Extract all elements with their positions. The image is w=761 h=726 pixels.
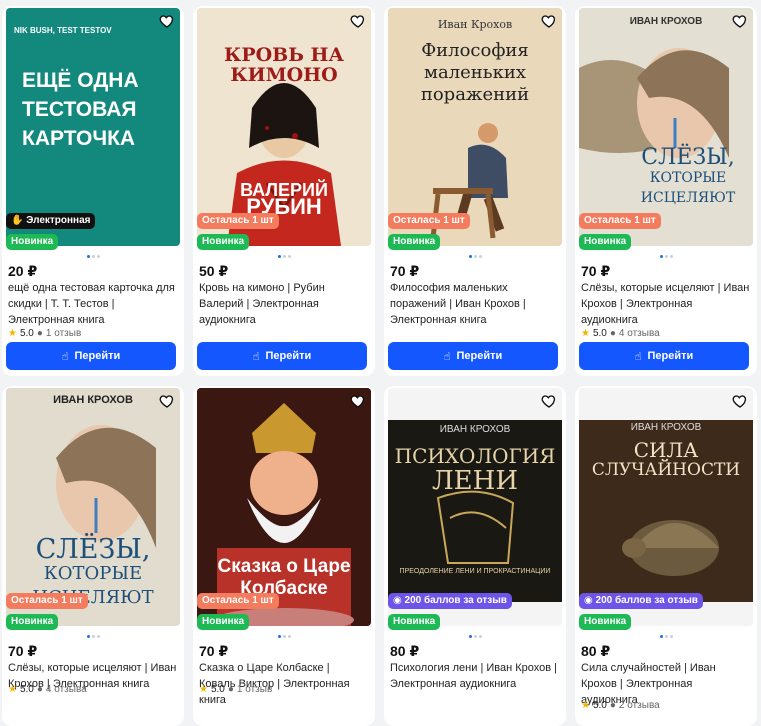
- points-badge: ◉ 200 баллов за отзыв: [388, 593, 512, 609]
- new-badge: Новинка: [6, 614, 59, 630]
- new-badge: Новинка: [579, 614, 632, 630]
- product-title[interactable]: Слёзы, которые исцеляют | Иван Крохов | …: [581, 280, 751, 328]
- product-title[interactable]: ещё одна тестовая карточка для скидки | …: [8, 280, 178, 328]
- product-card[interactable]: ИВАН КРОХОВ СИЛА СЛУЧАЙНОСТИ ◉ 200 балло…: [575, 386, 757, 726]
- favorite-heart-icon[interactable]: [538, 10, 560, 32]
- price: 70 ₽: [8, 643, 38, 659]
- star-icon: ★: [581, 700, 590, 711]
- rating: ★ 5.0 ● 4 отзыва: [8, 684, 87, 695]
- price: 80 ₽: [390, 643, 420, 659]
- cover-subtitle: ПРЕОДОЛЕНИЕ ЛЕНИ И ПРОКРАСТИНАЦИИ: [399, 568, 551, 575]
- comment-icon: ●: [609, 328, 616, 339]
- comment-icon: ●: [36, 684, 43, 695]
- favorite-heart-icon[interactable]: [729, 390, 751, 412]
- cover-author: ИВАН КРОХОВ: [439, 424, 511, 435]
- star-icon: ★: [199, 684, 208, 695]
- price: 70 ₽: [390, 263, 420, 279]
- favorite-heart-icon[interactable]: [347, 390, 369, 412]
- favorite-heart-icon[interactable]: [156, 390, 178, 412]
- go-button[interactable]: ☝ Перейти: [6, 342, 176, 370]
- product-grid: NIK BUSH, TEST TESTOV ЕЩЁ ОДНА ТЕСТОВАЯ …: [0, 0, 761, 726]
- go-button[interactable]: ☝ Перейти: [388, 342, 558, 370]
- stock-left-badge: Осталась 1 шт: [579, 213, 661, 229]
- cover-title: КРОВЬ НА: [224, 44, 344, 66]
- product-card[interactable]: Иван Крохов Философия маленьких поражений …: [384, 6, 566, 376]
- price: 80 ₽: [581, 643, 611, 659]
- go-button[interactable]: ☝ Перейти: [197, 342, 367, 370]
- stock-left-badge: Осталась 1 шт: [6, 593, 88, 609]
- star-icon: ★: [8, 328, 17, 339]
- new-badge: Новинка: [197, 234, 250, 250]
- carousel-dots: [193, 635, 375, 638]
- product-title[interactable]: Философия маленьких поражений | Иван Кро…: [390, 280, 560, 328]
- carousel-dots: [2, 635, 184, 638]
- carousel-dots: [384, 255, 566, 258]
- comment-icon: ●: [36, 328, 43, 339]
- cover-title: Философия маленьких поражений: [420, 40, 530, 105]
- cover-author: Иван Крохов: [437, 18, 513, 31]
- carousel-dots: [575, 255, 757, 258]
- carousel-dots: [193, 255, 375, 258]
- product-title[interactable]: Психология лени | Иван Крохов | Электрон…: [390, 660, 560, 692]
- price: 70 ₽: [581, 263, 611, 279]
- cover-author: ИВАН КРОХОВ: [629, 16, 703, 27]
- hand-pointer-icon: ☝: [634, 350, 642, 363]
- carousel-dots: [2, 255, 184, 258]
- rating: ★ 5.0 ● 1 отзыв: [8, 328, 82, 339]
- carousel-dots: [384, 635, 566, 638]
- price: 50 ₽: [199, 263, 229, 279]
- new-badge: Новинка: [388, 234, 441, 250]
- cover-author: ИВАН КРОХОВ: [53, 394, 133, 406]
- product-card[interactable]: Сказка о Царе Колбаске Осталась 1 шт Нови…: [193, 386, 375, 726]
- product-card[interactable]: ИВАН КРОХОВ ПСИХОЛОГИЯ ЛЕНИ ПРЕОДОЛЕНИЕ …: [384, 386, 566, 726]
- comment-icon: ●: [609, 700, 616, 711]
- rating: ★ 5.0 ● 2 отзыва: [581, 700, 660, 711]
- electronic-badge: ✋ Электронная: [6, 213, 96, 229]
- new-badge: Новинка: [6, 234, 59, 250]
- hand-pointer-icon: ☝: [443, 350, 451, 363]
- go-button[interactable]: ☝ Перейти: [579, 342, 749, 370]
- favorite-heart-icon[interactable]: [729, 10, 751, 32]
- product-card[interactable]: КРОВЬ НА КИМОНО ВАЛЕРИЙ РУБИН Осталась 1…: [193, 6, 375, 376]
- hand-pointer-icon: ☝: [252, 350, 260, 363]
- cover-title: СИЛА: [633, 438, 699, 462]
- points-badge: ◉ 200 баллов за отзыв: [579, 593, 703, 609]
- comment-icon: ●: [227, 684, 234, 695]
- new-badge: Новинка: [579, 234, 632, 250]
- price: 70 ₽: [199, 643, 229, 659]
- favorite-heart-icon[interactable]: [347, 10, 369, 32]
- product-card[interactable]: ИВАН КРОХОВ СЛЁЗЫ, КОТОРЫЕ ИСЦЕЛЯЮТ Остала…: [2, 386, 184, 726]
- product-title[interactable]: Кровь на кимоно | Рубин Валерий | Электр…: [199, 280, 369, 328]
- new-badge: Новинка: [197, 614, 250, 630]
- star-icon: ★: [581, 328, 590, 339]
- product-card[interactable]: NIK BUSH, TEST TESTOV ЕЩЁ ОДНА ТЕСТОВАЯ …: [2, 6, 184, 376]
- hand-pointer-icon: ☝: [61, 350, 69, 363]
- new-badge: Новинка: [388, 614, 441, 630]
- star-icon: ★: [8, 684, 17, 695]
- cover-title: СЛЁЗЫ, КОТОРЫЕ ИСЦЕЛЯЮТ: [640, 145, 736, 207]
- stock-left-badge: Осталась 1 шт: [197, 213, 279, 229]
- favorite-heart-icon[interactable]: [538, 390, 560, 412]
- product-card[interactable]: ИВАН КРОХОВ СЛЁЗЫ, КОТОРЫЕ ИСЦЕЛЯЮТ Остала…: [575, 6, 757, 376]
- cover-title: ПСИХОЛОГИЯ: [394, 444, 556, 468]
- cover-title: ЕЩЁ ОДНА ТЕСТОВАЯ КАРТОЧКА: [22, 69, 139, 150]
- price: 20 ₽: [8, 263, 38, 279]
- rating: ★ 5.0 ● 1 отзыв: [199, 684, 273, 695]
- stock-left-badge: Осталась 1 шт: [197, 593, 279, 609]
- favorite-heart-icon[interactable]: [156, 10, 178, 32]
- stock-left-badge: Осталась 1 шт: [388, 213, 470, 229]
- carousel-dots: [575, 635, 757, 638]
- cover-author: ИВАН КРОХОВ: [630, 422, 702, 433]
- rating: ★ 5.0 ● 4 отзыва: [581, 328, 660, 339]
